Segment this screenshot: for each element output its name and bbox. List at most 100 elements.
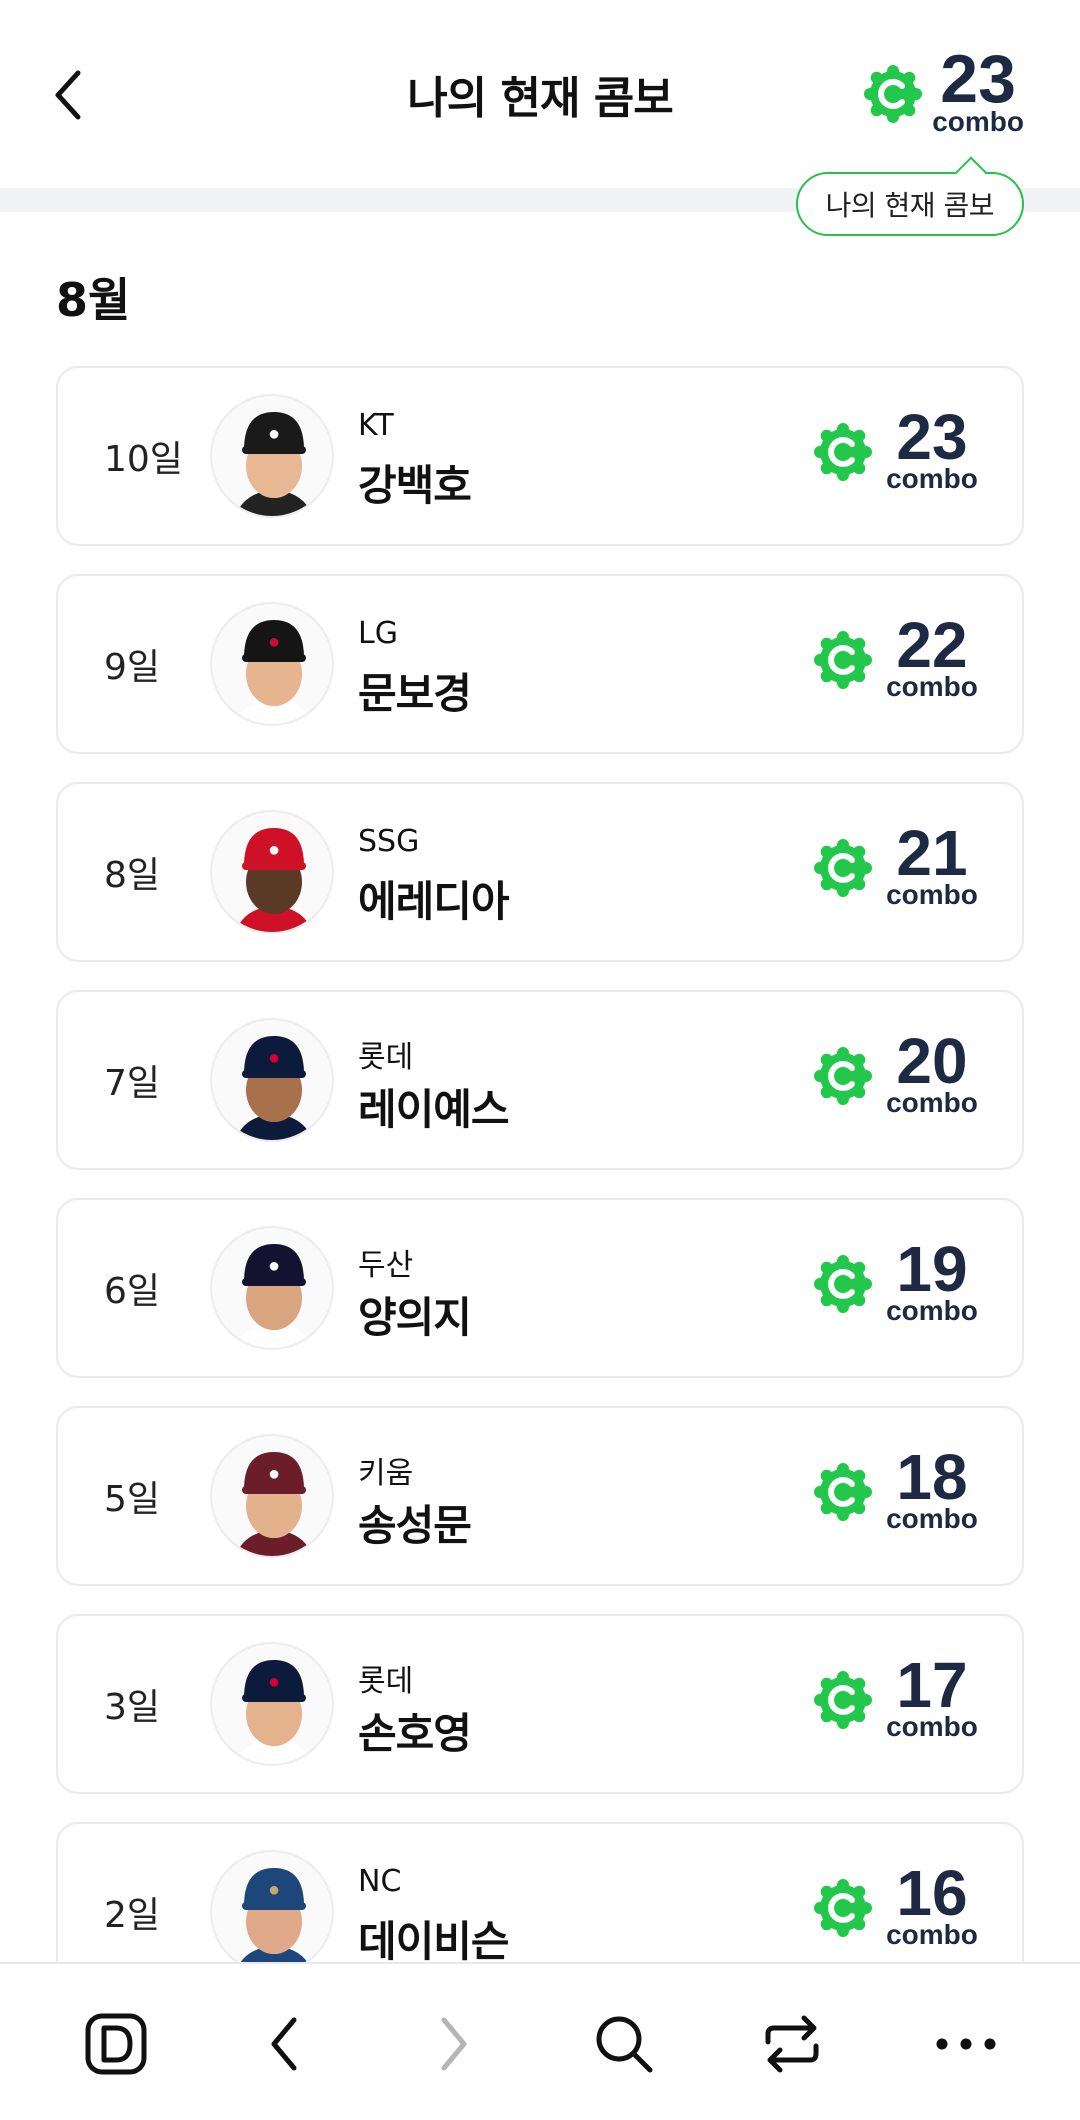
day-label: 6일: [104, 1271, 161, 1312]
combo-label: combo: [886, 463, 978, 494]
team-name: 키움: [358, 1456, 414, 1491]
svg-text:●: ●: [268, 839, 280, 861]
combo-number: 20: [896, 1025, 968, 1097]
player-avatar: ●: [210, 1642, 334, 1766]
team-name: NC: [358, 1864, 402, 1899]
combo-label: combo: [932, 106, 1024, 137]
player-avatar: ●: [210, 1226, 334, 1350]
combo-number: 17: [896, 1649, 968, 1721]
combo-number: 16: [896, 1857, 968, 1929]
combo-list-item[interactable]: 7일 ● 롯데 레이예스 20 combo: [56, 990, 1024, 1170]
day-label: 5일: [104, 1479, 161, 1520]
month-heading: 8월: [56, 273, 131, 327]
combo-badge-icon: [814, 1255, 872, 1313]
forward-icon: [441, 2017, 467, 2071]
forward-nav-button[interactable]: [414, 2004, 494, 2084]
player-avatar: ●: [210, 1434, 334, 1558]
player-name: 양의지: [358, 1293, 472, 1342]
combo-count-group: 16 combo: [814, 1857, 978, 1950]
app-home-button[interactable]: [76, 2004, 156, 2084]
svg-text:●: ●: [268, 1463, 280, 1485]
combo-badge-icon: [814, 1879, 872, 1937]
share-button[interactable]: [752, 2004, 832, 2084]
player-photo: ●: [235, 412, 313, 516]
app-home-icon: [85, 2013, 147, 2075]
combo-badge-icon: [864, 65, 923, 123]
player-name: 송성문: [358, 1501, 472, 1550]
combo-number: 23: [896, 401, 968, 473]
combo-count-group: 21 combo: [814, 817, 978, 910]
combo-badge-icon: [814, 839, 872, 897]
day-label: 10일: [104, 439, 183, 480]
player-name: 문보경: [358, 669, 472, 718]
day-label: 2일: [104, 1895, 161, 1936]
back-nav-button[interactable]: [244, 2004, 324, 2084]
player-avatar: ●: [210, 1018, 334, 1142]
combo-number: 18: [896, 1441, 968, 1513]
combo-number: 19: [896, 1233, 968, 1305]
combo-count: 23: [940, 41, 1016, 117]
svg-text:●: ●: [268, 1879, 280, 1901]
player-photo: ●: [240, 1868, 308, 1962]
combo-label: combo: [886, 1711, 978, 1742]
team-name: 롯데: [358, 1040, 414, 1075]
day-label: 7일: [104, 1063, 161, 1104]
player-name: 레이예스: [358, 1085, 510, 1134]
player-photo: ●: [235, 1452, 313, 1556]
player-avatar: ●: [210, 810, 334, 934]
player-name: 손호영: [358, 1709, 472, 1758]
combo-badge-icon: [814, 1671, 872, 1729]
combo-list-item[interactable]: 2일 ● NC 데이비슨 16 combo: [56, 1822, 1024, 1962]
combo-list-item[interactable]: 10일 ● KT 강백호 23 combo: [56, 366, 1024, 546]
player-avatar: ●: [210, 602, 334, 726]
combo-list-item[interactable]: 8일 ● SSG 에레디아 21 combo: [56, 782, 1024, 962]
combo-count-group: 17 combo: [814, 1649, 978, 1742]
back-icon: [271, 2017, 297, 2071]
share-icon: [765, 2015, 819, 2073]
combo-count-group: 23 combo: [814, 401, 978, 494]
combo-number: 22: [896, 609, 968, 681]
combo-list-item[interactable]: 9일 ● LG 문보경 22 combo: [56, 574, 1024, 754]
combo-badge-icon: [814, 1463, 872, 1521]
search-icon: [596, 2016, 653, 2073]
day-label: 9일: [104, 647, 161, 688]
more-button[interactable]: [926, 2004, 1006, 2084]
player-photo: ●: [235, 620, 313, 724]
combo-list-item[interactable]: 6일 ● 두산 양의지 19 combo: [56, 1198, 1024, 1378]
combo-count-group: 19 combo: [814, 1233, 978, 1326]
search-button[interactable]: [584, 2004, 664, 2084]
combo-label: combo: [886, 1919, 978, 1950]
player-photo: ●: [235, 828, 313, 932]
team-name: KT: [358, 408, 394, 443]
combo-label: combo: [886, 671, 978, 702]
day-label: 3일: [104, 1687, 161, 1728]
player-avatar: ●: [210, 394, 334, 518]
combo-label: combo: [886, 1295, 978, 1326]
combo-badge-icon: [814, 423, 872, 481]
combo-tooltip: 나의 현재 콤보: [795, 172, 1024, 236]
combo-label: combo: [886, 879, 978, 910]
combo-count-group: 22 combo: [814, 609, 978, 702]
top-app-bar: 나의 현재 콤보 23 combo: [0, 0, 1080, 188]
combo-count-group: 18 combo: [814, 1441, 978, 1533]
combo-number: 21: [896, 817, 968, 889]
svg-text:●: ●: [268, 1047, 280, 1069]
svg-text:●: ●: [268, 1255, 280, 1277]
combo-list-item[interactable]: 3일 ● 롯데 손호영 17 combo: [56, 1614, 1024, 1794]
browser-toolbar: [0, 1962, 1080, 2120]
more-icon: [936, 2038, 996, 2050]
combo-label: combo: [886, 1087, 978, 1118]
combo-list-item[interactable]: 5일 ● 키움 송성문 18 combo: [56, 1406, 1024, 1586]
day-label: 8일: [104, 855, 161, 896]
player-photo: ●: [235, 1660, 313, 1764]
player-name: 에레디아: [358, 877, 510, 926]
combo-history-list: 10일 ● KT 강백호 23 combo 9일 ● LG 문보경 22 com…: [56, 366, 1024, 1962]
player-photo: ●: [235, 1244, 313, 1348]
player-photo: ●: [235, 1036, 313, 1140]
combo-count-group: 20 combo: [814, 1025, 978, 1118]
svg-text:●: ●: [268, 423, 280, 445]
combo-badge-icon: [814, 631, 872, 689]
team-name: LG: [358, 616, 398, 651]
svg-text:●: ●: [268, 1671, 280, 1693]
current-combo-indicator[interactable]: 23 combo: [864, 41, 1024, 137]
